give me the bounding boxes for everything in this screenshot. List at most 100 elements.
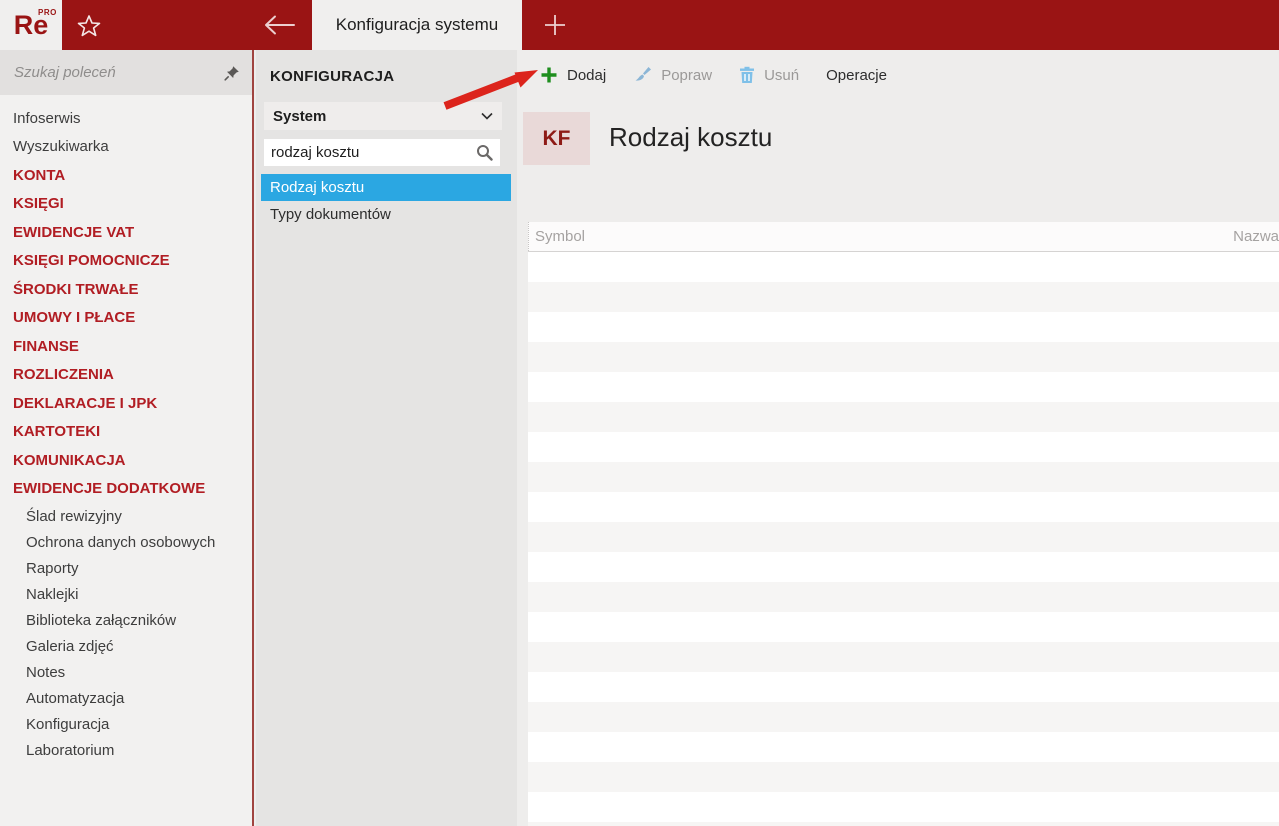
grid-column-header[interactable]: Symbol — [528, 222, 1227, 251]
sidebar-item-label: Konfiguracja — [26, 715, 110, 733]
sidebar-item-label: KARTOTEKI — [13, 423, 101, 441]
table-row[interactable] — [528, 672, 1279, 702]
sidebar-item[interactable]: Konfiguracja — [0, 711, 252, 737]
sidebar-item-label: Ochrona danych osobowych — [26, 533, 216, 551]
sidebar-item-label: ROZLICZENIA — [13, 366, 114, 384]
edit-button[interactable]: Popraw — [633, 66, 712, 84]
sidebar-item-label: Notes — [26, 663, 66, 681]
table-row[interactable] — [528, 462, 1279, 492]
grid-rows — [528, 252, 1279, 826]
back-arrow-icon[interactable] — [260, 11, 298, 39]
pin-icon[interactable] — [224, 65, 240, 81]
panel-list-item[interactable]: Typy dokumentów — [261, 201, 511, 228]
edit-button-label: Popraw — [661, 66, 713, 84]
sidebar-item[interactable]: Ślad rewizyjny — [0, 503, 252, 529]
grid-column-label: Nazwa — [1233, 228, 1279, 245]
sidebar-item[interactable]: Naklejki — [0, 581, 252, 607]
panel-list-item-label: Rodzaj kosztu — [270, 179, 365, 196]
table-row[interactable] — [528, 822, 1279, 826]
sidebar-item-label: EWIDENCJE VAT — [13, 223, 135, 241]
records-grid: Symbol Nazwa — [528, 222, 1279, 826]
grid-column-label: Symbol — [535, 228, 586, 245]
table-row[interactable] — [528, 372, 1279, 402]
add-button[interactable]: Dodaj — [540, 66, 606, 84]
operations-menu-button[interactable]: Operacje — [826, 67, 887, 84]
delete-button-label: Usuń — [764, 66, 800, 84]
table-row[interactable] — [528, 492, 1279, 522]
table-row[interactable] — [528, 642, 1279, 672]
sidebar-item-label: Raporty — [26, 559, 79, 577]
sidebar-item[interactable]: DEKLARACJE I JPK — [0, 389, 252, 418]
sidebar-item-label: FINANSE — [13, 337, 79, 355]
add-plus-icon — [540, 66, 558, 84]
main-content: Dodaj Popraw Usuń Operacje KF Rodzaj kos… — [517, 50, 1279, 826]
sidebar-item-label: ŚRODKI TRWAŁE — [13, 280, 139, 298]
table-row[interactable] — [528, 732, 1279, 762]
table-row[interactable] — [528, 432, 1279, 462]
table-row[interactable] — [528, 582, 1279, 612]
panel-list-item-label: Typy dokumentów — [270, 206, 391, 223]
panel-search-value: rodzaj kosztu — [271, 144, 360, 161]
table-row[interactable] — [528, 612, 1279, 642]
sidebar-item-label: KONTA — [13, 166, 66, 184]
sidebar-item[interactable]: UMOWY I PŁACE — [0, 304, 252, 333]
table-row[interactable] — [528, 792, 1279, 822]
table-row[interactable] — [528, 402, 1279, 432]
app-logo[interactable]: Re PRO — [0, 0, 62, 50]
sidebar-item[interactable]: ROZLICZENIA — [0, 361, 252, 390]
sidebar-item[interactable]: ŚRODKI TRWAŁE — [0, 275, 252, 304]
table-row[interactable] — [528, 252, 1279, 282]
sidebar-item-label: KOMUNIKACJA — [13, 451, 126, 469]
table-row[interactable] — [528, 342, 1279, 372]
sidebar-item-label: Galeria zdjęć — [26, 637, 114, 655]
sidebar-item[interactable]: EWIDENCJE VAT — [0, 218, 252, 247]
sidebar-item[interactable]: Automatyzacja — [0, 685, 252, 711]
toolbar: Dodaj Popraw Usuń Operacje — [517, 50, 1279, 100]
app-logo-pro-badge: PRO — [38, 8, 57, 17]
sidebar-item[interactable]: KARTOTEKI — [0, 418, 252, 447]
sidebar-item[interactable]: Notes — [0, 659, 252, 685]
add-button-label: Dodaj — [567, 66, 607, 84]
sidebar-item[interactable]: KONTA — [0, 161, 252, 190]
delete-button[interactable]: Usuń — [739, 66, 799, 84]
search-icon[interactable] — [476, 144, 493, 161]
table-row[interactable] — [528, 702, 1279, 732]
panel-list-item[interactable]: Rodzaj kosztu — [261, 174, 511, 201]
sidebar-item[interactable]: Biblioteka załączników — [0, 607, 252, 633]
panel-search-input[interactable]: rodzaj kosztu — [264, 139, 500, 166]
sidebar-item[interactable]: FINANSE — [0, 332, 252, 361]
sidebar-item[interactable]: Wyszukiwarka — [0, 133, 252, 162]
table-row[interactable] — [528, 312, 1279, 342]
command-search-placeholder: Szukaj poleceń — [14, 64, 116, 81]
sidebar-item-label: Laboratorium — [26, 741, 115, 759]
command-search-input[interactable]: Szukaj poleceń — [0, 50, 252, 95]
sidebar-item[interactable]: Raporty — [0, 555, 252, 581]
chevron-down-icon — [481, 112, 493, 120]
sidebar-item[interactable]: KOMUNIKACJA — [0, 446, 252, 475]
sidebar-item[interactable]: Laboratorium — [0, 737, 252, 763]
table-row[interactable] — [528, 522, 1279, 552]
sidebar-item-label: KSIĘGI POMOCNICZE — [13, 252, 170, 270]
page-title: Rodzaj kosztu — [609, 122, 773, 152]
table-row[interactable] — [528, 282, 1279, 312]
table-row[interactable] — [528, 762, 1279, 792]
sidebar-item[interactable]: Infoserwis — [0, 104, 252, 133]
grid-header: Symbol Nazwa — [528, 222, 1279, 252]
panel-title: KONFIGURACJA — [270, 68, 395, 85]
table-row[interactable] — [528, 552, 1279, 582]
category-dropdown[interactable]: System — [264, 102, 502, 130]
sidebar-item-label: EWIDENCJE DODATKOWE — [13, 480, 206, 498]
sidebar-item[interactable]: Galeria zdjęć — [0, 633, 252, 659]
sidebar-nav: Infoserwis Wyszukiwarka KONTA KSIĘGI EWI… — [0, 95, 252, 763]
grid-column-header[interactable]: Nazwa — [1227, 222, 1279, 251]
new-tab-plus-icon[interactable] — [543, 13, 567, 37]
sidebar-item[interactable]: Ochrona danych osobowych — [0, 529, 252, 555]
operations-button-label: Operacje — [826, 66, 887, 84]
tab-title: Konfiguracja systemu — [335, 15, 499, 34]
sidebar-item[interactable]: KSIĘGI POMOCNICZE — [0, 247, 252, 276]
sidebar-item[interactable]: EWIDENCJE DODATKOWE — [0, 475, 252, 504]
sidebar-item-label: Biblioteka załączników — [26, 611, 177, 629]
tab-konfiguracja-systemu[interactable]: Konfiguracja systemu — [312, 0, 522, 50]
favorites-star-icon[interactable] — [76, 13, 102, 39]
sidebar-item[interactable]: KSIĘGI — [0, 190, 252, 219]
